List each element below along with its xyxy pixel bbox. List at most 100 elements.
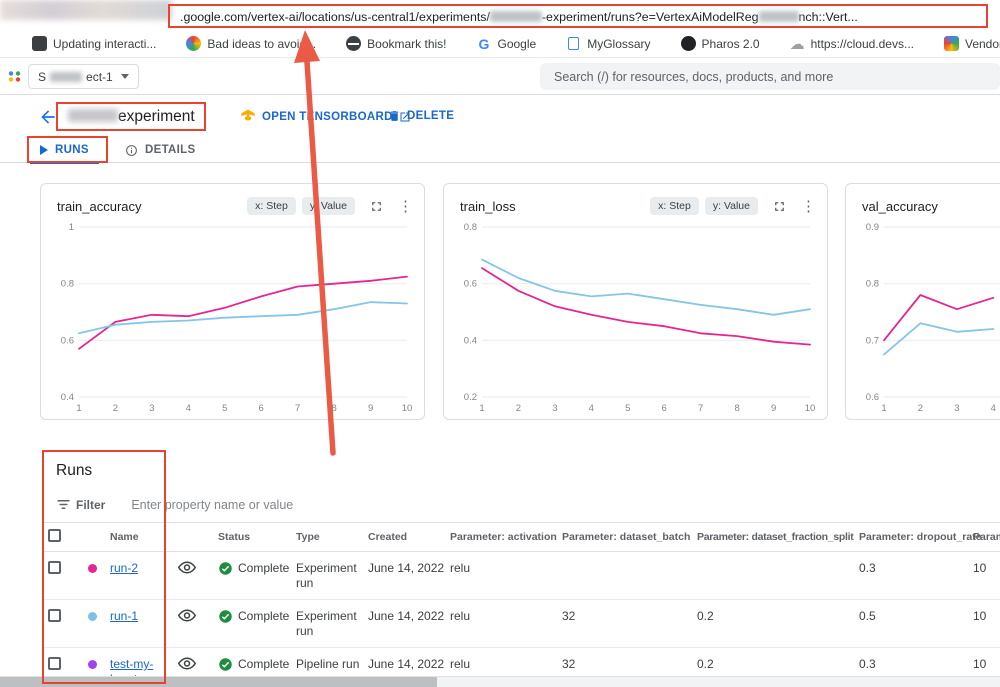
horizontal-scrollbar-thumb[interactable] [0, 677, 437, 687]
param-activation: relu [444, 552, 556, 600]
column-header-type[interactable]: Type [290, 523, 362, 552]
param-activation: relu [444, 600, 556, 648]
bookmark-item[interactable]: G Google [477, 36, 537, 51]
google-g-icon: G [477, 36, 492, 51]
run-row: run-1 Complete Experiment run June 14, 2… [42, 600, 1000, 648]
svg-text:0.4: 0.4 [61, 392, 74, 403]
bookmark-favicon-pinwheel [186, 36, 201, 51]
tab-details[interactable]: DETAILS [125, 137, 195, 163]
bookmark-label: MyGlossary [587, 37, 650, 51]
bookmark-label: Vendor Portal [965, 37, 1000, 51]
tab-bar: RUNS DETAILS [0, 137, 1000, 163]
column-header-dataset-batch[interactable]: Parameter: dataset_batch [556, 523, 691, 552]
svg-text:0.2: 0.2 [464, 392, 477, 403]
line-chart-val-accuracy: 0.60.70.80.912345678910 [854, 219, 1000, 420]
run-name-link[interactable]: run-2 [110, 561, 138, 575]
bookmark-label: Google [498, 37, 537, 51]
chart-card-train-accuracy: train_accuracy x: Step y: Value ⋮ 0.40.6… [40, 183, 425, 420]
svg-text:0.8: 0.8 [866, 279, 879, 290]
bookmark-item[interactable]: Pharos 2.0 [681, 36, 760, 51]
chart-card-train-loss: train_loss x: Step y: Value ⋮ 0.20.40.60… [443, 183, 828, 420]
svg-text:7: 7 [295, 403, 300, 414]
filter-button[interactable]: Filter [56, 497, 105, 512]
filter-input[interactable]: Enter property name or value [131, 498, 293, 512]
kebab-menu-icon[interactable]: ⋮ [801, 197, 813, 215]
tab-runs[interactable]: RUNS [40, 137, 89, 163]
svg-text:9: 9 [368, 403, 373, 414]
bookmark-item[interactable]: Bookmark this! [346, 36, 446, 51]
filter-bar: Filter Enter property name or value [56, 497, 293, 512]
delete-button[interactable]: DELETE [388, 109, 454, 123]
row-checkbox[interactable] [48, 561, 61, 574]
svg-text:1: 1 [881, 403, 886, 414]
svg-text:5: 5 [222, 403, 227, 414]
bookmark-item[interactable]: MyGlossary [566, 36, 650, 51]
bookmark-item[interactable]: Vendor Portal [944, 36, 1000, 51]
column-header-name[interactable]: Name [104, 523, 172, 552]
line-chart-train-accuracy: 0.40.60.8112345678910 [49, 219, 424, 420]
table-header-row: Name Status Type Created Parameter: acti… [42, 523, 1000, 552]
column-header-fraction-split[interactable]: Parameter: dataset_fraction_split [691, 523, 853, 552]
svg-text:1: 1 [76, 403, 81, 414]
check-circle-icon [218, 609, 233, 624]
filter-icon [56, 497, 71, 512]
bookmark-label: Pharos 2.0 [702, 37, 760, 51]
y-axis-chip[interactable]: y: Value [302, 197, 355, 215]
url-segment-2: -experiment/runs?e=VertexAiModelReg [542, 10, 759, 24]
run-created: June 14, 2022 [362, 552, 444, 600]
svg-text:4: 4 [186, 403, 191, 414]
runs-section-title: Runs [56, 462, 92, 480]
check-circle-icon [218, 561, 233, 576]
run-created: June 14, 2022 [362, 600, 444, 648]
bookmark-favicon-dark-square [32, 36, 47, 51]
status-text: Complete [238, 609, 289, 624]
run-name-link[interactable]: run-1 [110, 609, 138, 623]
svg-text:0.6: 0.6 [61, 335, 74, 346]
column-header-activation[interactable]: Parameter: activation [444, 523, 556, 552]
column-header-status[interactable]: Status [212, 523, 290, 552]
param-fraction-split [691, 552, 853, 600]
chart-title: train_loss [460, 199, 644, 214]
open-tensorboard-button[interactable]: OPEN TENSORBOARD [240, 109, 411, 125]
run-type: Experiment run [290, 552, 362, 600]
svg-text:1: 1 [479, 403, 484, 414]
x-axis-chip[interactable]: x: Step [247, 197, 296, 215]
svg-text:5: 5 [625, 403, 630, 414]
row-checkbox[interactable] [48, 609, 61, 622]
bookmark-item[interactable]: Updating interacti... [32, 36, 156, 51]
title-redaction [68, 109, 118, 122]
column-header-created[interactable]: Created [362, 523, 444, 552]
run-color-dot [88, 612, 97, 621]
chart-svg: 0.60.70.80.912345678910 [854, 219, 1000, 415]
svg-text:2: 2 [516, 403, 521, 414]
y-axis-chip[interactable]: y: Value [705, 197, 758, 215]
svg-text:2: 2 [113, 403, 118, 414]
console-header: S ect-1 Search (/) for resources, docs, … [0, 58, 1000, 95]
param-fraction-split: 0.2 [691, 600, 853, 648]
fullscreen-icon[interactable] [369, 199, 384, 214]
svg-text:9: 9 [771, 403, 776, 414]
bookmark-item[interactable]: ☁ https://cloud.devs... [790, 36, 914, 51]
url-bar[interactable]: .google.com/vertex-ai/locations/us-centr… [180, 7, 858, 27]
svg-text:0.8: 0.8 [464, 222, 477, 233]
param-dropout-rate: 0.5 [853, 600, 967, 648]
bookmark-item[interactable]: Bad ideas to avoid... [186, 36, 316, 51]
visibility-eye-icon[interactable] [178, 563, 196, 577]
fullscreen-icon[interactable] [772, 199, 787, 214]
console-search-input[interactable]: Search (/) for resources, docs, products… [540, 63, 1000, 90]
visibility-eye-icon[interactable] [178, 659, 196, 673]
search-placeholder: Search (/) for resources, docs, products… [554, 70, 833, 84]
column-header-dropout-rate[interactable]: Parameter: dropout_rate [853, 523, 967, 552]
project-selector[interactable]: S ect-1 [28, 64, 139, 89]
run-type: Experiment run [290, 600, 362, 648]
select-all-checkbox[interactable] [48, 529, 61, 542]
svg-text:2: 2 [918, 403, 923, 414]
project-name-prefix: S [38, 70, 46, 84]
x-axis-chip[interactable]: x: Step [650, 197, 699, 215]
visibility-eye-icon[interactable] [178, 611, 196, 625]
line-chart-train-loss: 0.20.40.60.812345678910 [452, 219, 827, 420]
kebab-menu-icon[interactable]: ⋮ [398, 197, 410, 215]
row-checkbox[interactable] [48, 657, 61, 670]
param-last: 10 [967, 600, 1000, 648]
back-arrow-icon[interactable] [38, 107, 58, 132]
